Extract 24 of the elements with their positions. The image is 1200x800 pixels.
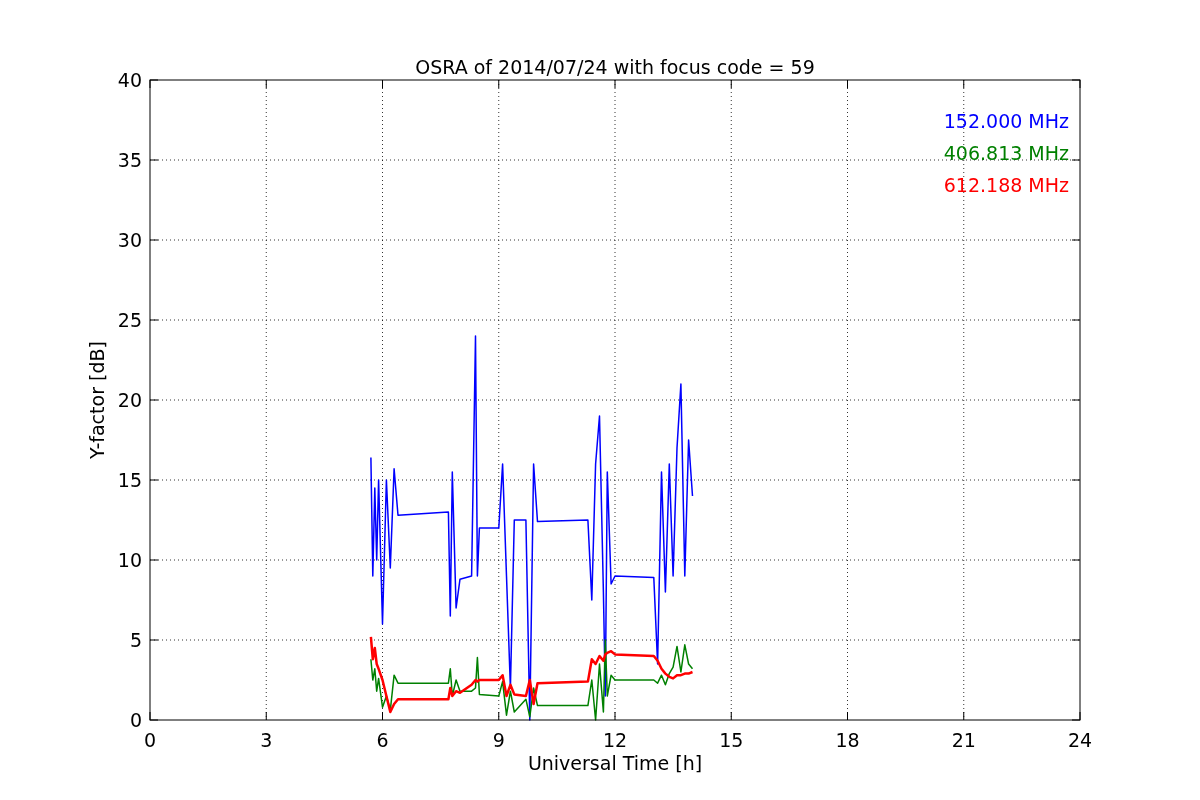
x-tick-label: 9 [492, 729, 505, 751]
y-tick-label: 35 [117, 149, 142, 171]
y-tick-label: 10 [117, 549, 142, 571]
x-tick-label: 15 [719, 729, 744, 751]
chart-title: OSRA of 2014/07/24 with focus code = 59 [415, 56, 815, 78]
legend-label: 612.188 MHz [943, 174, 1069, 196]
x-tick-label: 3 [260, 729, 273, 751]
x-tick-label: 21 [951, 729, 976, 751]
y-tick-label: 20 [117, 389, 142, 411]
x-tick-label: 18 [835, 729, 860, 751]
x-tick-label: 24 [1067, 729, 1093, 751]
x-tick-label: 6 [376, 729, 389, 751]
y-axis-label: Y-factor [dB] [86, 341, 108, 459]
x-axis-label: Universal Time [h] [527, 752, 703, 774]
x-tick-label: 12 [602, 729, 628, 751]
y-tick-label: 5 [129, 629, 142, 651]
y-tick-label: 25 [117, 309, 142, 331]
x-tick-label: 0 [143, 729, 157, 751]
y-tick-label: 0 [129, 709, 142, 731]
legend-label: 406.813 MHz [943, 142, 1069, 164]
y-tick-label: 15 [117, 469, 142, 491]
legend-label: 152.000 MHz [943, 110, 1069, 132]
y-tick-label: 30 [117, 229, 142, 251]
y-tick-label: 40 [117, 69, 142, 91]
